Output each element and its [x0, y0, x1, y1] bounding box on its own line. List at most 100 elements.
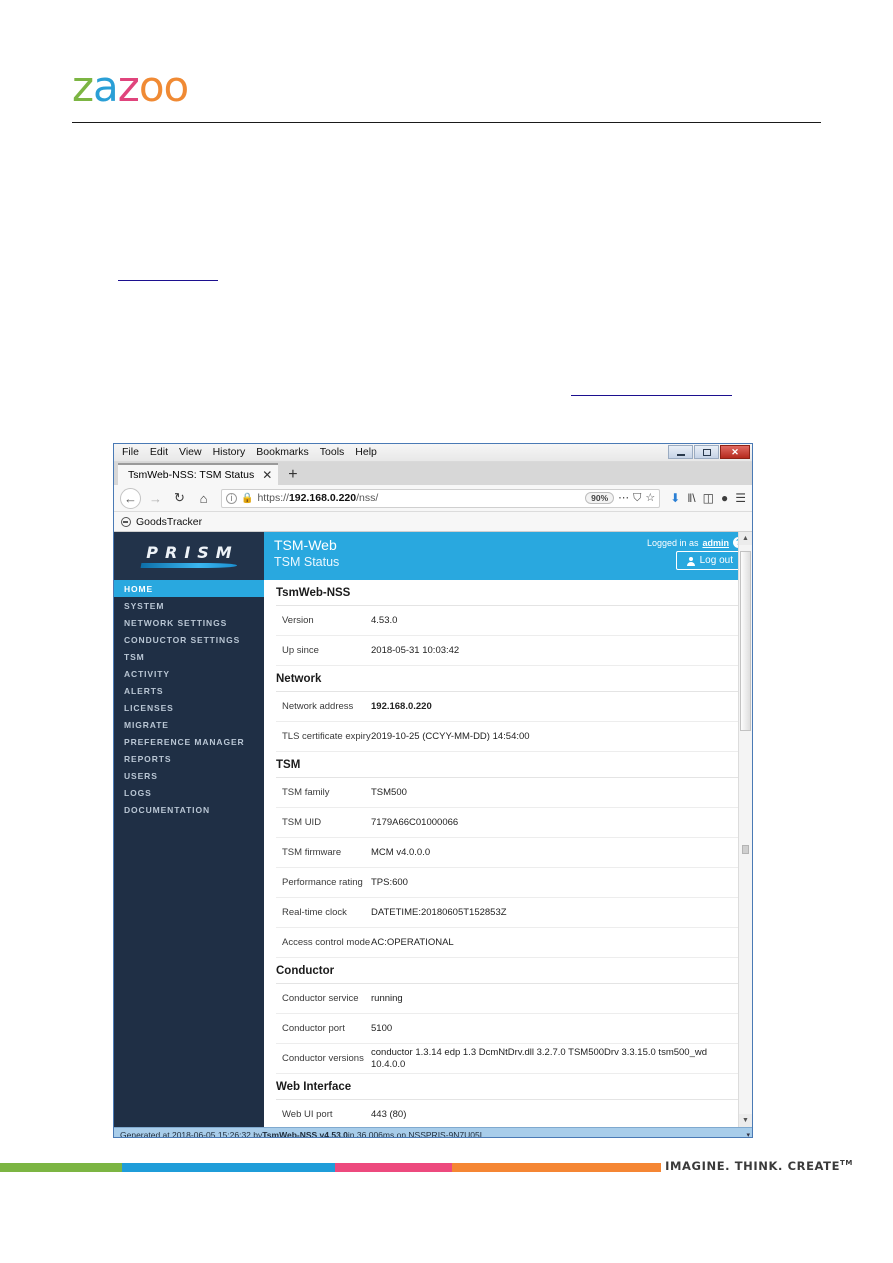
scrollbar-thumb[interactable]: [740, 551, 751, 731]
hamburger-menu-icon[interactable]: ☰: [735, 492, 746, 504]
footer-trademark: TM: [840, 1159, 853, 1168]
footer-tagline: IMAGINE. THINK. CREATETM: [665, 1159, 853, 1173]
address-bar[interactable]: i 🔒 https://192.168.0.220/nss/ 90% ⋯ ⛉ ☆: [221, 488, 661, 508]
page-actions-icon[interactable]: ⋯: [618, 492, 629, 504]
sidebar-item-logs[interactable]: LOGS: [114, 784, 264, 801]
row-value: DATETIME:20180605T152853Z: [371, 906, 507, 918]
page-title: TSM Status: [274, 555, 340, 569]
sidebar-item-documentation[interactable]: DOCUMENTATION: [114, 801, 264, 818]
table-row: Performance rating TPS:600: [276, 868, 738, 898]
lock-icon[interactable]: 🔒: [241, 493, 253, 504]
shield-icon[interactable]: ⛉: [633, 492, 641, 504]
sidebar-item-network-settings[interactable]: NETWORK SETTINGS: [114, 614, 264, 631]
sidebar-item-conductor-settings[interactable]: CONDUCTOR SETTINGS: [114, 631, 264, 648]
back-icon[interactable]: ←: [120, 487, 141, 509]
table-row: Real-time clock DATETIME:20180605T152853…: [276, 898, 738, 928]
menu-view[interactable]: View: [179, 444, 202, 461]
statusbar-prefix: Generated at 2018-06-05 15:26:32 by: [120, 1130, 263, 1138]
toolbar-icons: ⬇ ‖\ ◫ ● ☰: [668, 492, 746, 504]
app-header: TSM-Web TSM Status Logged in as admin ? …: [264, 532, 752, 580]
prism-logo-swoosh: [140, 562, 238, 568]
menu-file[interactable]: File: [122, 444, 139, 461]
section-heading-web-interface: Web Interface: [276, 1074, 738, 1100]
table-row: TSM UID 7179A66C01000066: [276, 808, 738, 838]
sidebar-item-migrate[interactable]: MIGRATE: [114, 716, 264, 733]
prism-logo-text: PRISM: [146, 542, 239, 562]
section-heading-tsm: TSM: [276, 752, 738, 778]
scrollbar-track[interactable]: [739, 545, 752, 1114]
page-scrollbar[interactable]: ▲ ▼: [738, 532, 752, 1127]
table-row: TSM firmware MCM v4.0.0.0: [276, 838, 738, 868]
status-content: TsmWeb-NSS Version 4.53.0 Up since 2018-…: [264, 580, 752, 1127]
menu-edit[interactable]: Edit: [150, 444, 168, 461]
download-icon[interactable]: ⬇: [670, 492, 680, 504]
row-key: TSM UID: [282, 816, 322, 828]
sidebar-item-reports[interactable]: REPORTS: [114, 750, 264, 767]
url-path: /nss/: [356, 492, 379, 504]
section-heading-tsmweb-nss: TsmWeb-NSS: [276, 580, 738, 606]
resize-grip-icon[interactable]: ▾: [746, 1131, 750, 1137]
row-value: 5100: [371, 1022, 393, 1034]
logout-button[interactable]: Log out: [675, 551, 744, 570]
minimize-button[interactable]: [668, 445, 693, 459]
close-tab-icon[interactable]: ✕: [262, 469, 272, 481]
row-value: 7179A66C01000066: [371, 816, 459, 828]
app-sidebar: PRISM HOME SYSTEM NETWORK SETTINGS CONDU…: [114, 532, 264, 1127]
scrollbar-grip[interactable]: [742, 845, 749, 854]
statusbar-suffix: in 36.006ms on NSSPRIS-9N7U05L.: [347, 1130, 487, 1138]
current-user-link[interactable]: admin: [702, 538, 729, 548]
tab-strip: TsmWeb-NSS: TSM Status ✕ +: [114, 462, 752, 485]
row-key: Conductor service: [282, 992, 359, 1004]
bookmarks-bar: GoodsTracker: [114, 512, 752, 532]
prism-logo: PRISM: [114, 532, 264, 580]
logout-label: Log out: [699, 555, 733, 566]
row-key: Real-time clock: [282, 906, 347, 918]
sidebar-item-tsm[interactable]: TSM: [114, 648, 264, 665]
sidebar-item-licenses[interactable]: LICENSES: [114, 699, 264, 716]
zoom-level-badge[interactable]: 90%: [585, 492, 615, 504]
sidebar-item-preference-manager[interactable]: PREFERENCE MANAGER: [114, 733, 264, 750]
document-link-underline-1: [118, 280, 218, 281]
app-header-titles: TSM-Web TSM Status: [274, 537, 339, 570]
menu-tools[interactable]: Tools: [320, 444, 345, 461]
sidebar-item-users[interactable]: USERS: [114, 767, 264, 784]
scroll-up-icon[interactable]: ▲: [739, 532, 752, 545]
new-tab-icon[interactable]: +: [278, 465, 307, 485]
site-info-icon[interactable]: i: [226, 492, 237, 504]
browser-navbar: ← → ↻ ⌂ i 🔒 https://192.168.0.220/nss/ 9…: [114, 485, 752, 512]
user-icon: [686, 556, 695, 566]
logo-letter-2: a: [93, 62, 119, 111]
forward-icon[interactable]: →: [146, 489, 165, 508]
sidebar-item-home[interactable]: HOME: [114, 580, 264, 597]
tab-tsm-status[interactable]: TsmWeb-NSS: TSM Status ✕: [118, 463, 279, 485]
reload-icon[interactable]: ↻: [170, 489, 189, 508]
account-icon[interactable]: ●: [721, 492, 728, 504]
table-row: Conductor versions conductor 1.3.14 edp …: [276, 1044, 738, 1074]
zazoo-logo: zazoo: [72, 62, 189, 111]
table-row: Version 4.53.0: [276, 606, 738, 636]
app-main: TSM-Web TSM Status Logged in as admin ? …: [264, 532, 752, 1127]
row-key: Network address: [282, 700, 354, 712]
bookmark-star-icon[interactable]: ☆: [645, 492, 655, 504]
sidebar-item-system[interactable]: SYSTEM: [114, 597, 264, 614]
scroll-down-icon[interactable]: ▼: [739, 1114, 752, 1127]
close-window-icon[interactable]: ✕: [720, 445, 750, 459]
row-key: Access control mode: [282, 936, 371, 948]
table-row: Network address 192.168.0.220: [276, 692, 738, 722]
row-key: TLS certificate expiry: [282, 730, 371, 742]
bookmark-goodstracker[interactable]: GoodsTracker: [136, 516, 202, 528]
sidebar-item-activity[interactable]: ACTIVITY: [114, 665, 264, 682]
menu-history[interactable]: History: [213, 444, 246, 461]
row-value: TPS:600: [371, 876, 408, 888]
url-host: 192.168.0.220: [288, 492, 357, 504]
sidebar-icon[interactable]: ◫: [703, 492, 714, 504]
bookmark-favicon: [121, 516, 131, 527]
menu-bookmarks[interactable]: Bookmarks: [256, 444, 309, 461]
home-icon[interactable]: ⌂: [194, 489, 213, 508]
row-key: Version: [282, 614, 314, 626]
library-icon[interactable]: ‖\: [687, 492, 695, 504]
sidebar-item-alerts[interactable]: ALERTS: [114, 682, 264, 699]
table-row: Up since 2018-05-31 10:03:42: [276, 636, 738, 666]
maximize-button[interactable]: [694, 445, 719, 459]
menu-help[interactable]: Help: [355, 444, 377, 461]
